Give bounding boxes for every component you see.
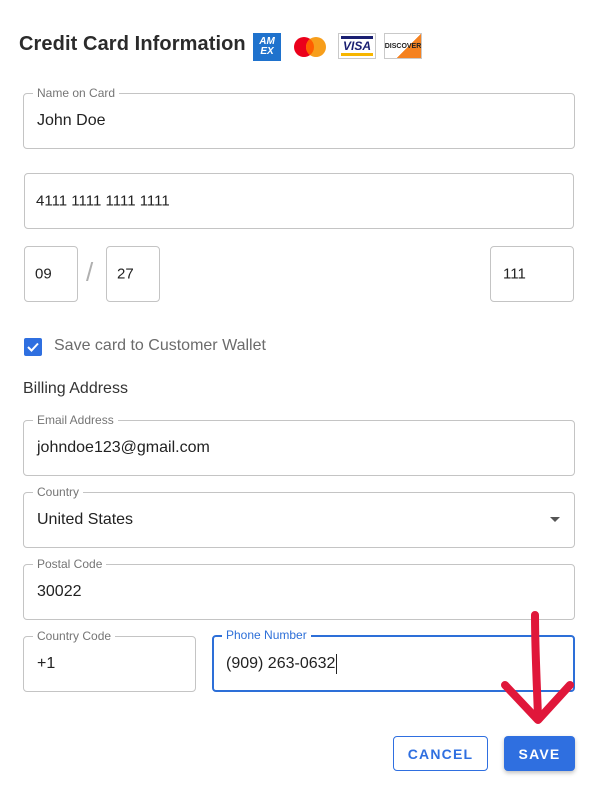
postal-code-value: 30022	[37, 583, 82, 600]
postal-code-field[interactable]: Postal Code 30022	[23, 557, 575, 620]
phone-number-label: Phone Number	[222, 628, 311, 642]
phone-number-value: (909) 263-0632	[226, 654, 336, 672]
country-select[interactable]: Country United States	[23, 485, 575, 548]
visa-logo-text: VISA	[342, 39, 371, 53]
checkbox-checked-icon	[27, 342, 39, 352]
save-card-label[interactable]: Save card to Customer Wallet	[54, 337, 266, 355]
cvv-field[interactable]: 111	[490, 246, 574, 302]
dropdown-arrow-icon[interactable]	[550, 517, 560, 522]
exp-month-value: 09	[35, 265, 52, 283]
postal-code-label: Postal Code	[33, 557, 107, 571]
save-card-checkbox[interactable]	[24, 338, 42, 356]
country-value: United States	[37, 511, 134, 528]
name-on-card-value: John Doe	[37, 112, 106, 129]
card-number-field[interactable]: 4111 1111 1111 1111	[24, 173, 574, 229]
save-button[interactable]: SAVE	[504, 736, 575, 771]
country-code-value: +1	[37, 655, 56, 672]
name-on-card-field[interactable]: Name on Card John Doe	[23, 86, 575, 149]
email-value: johndoe123@gmail.com	[37, 439, 210, 456]
country-code-label: Country Code	[33, 629, 116, 643]
red-annotation-arrow-icon	[501, 611, 574, 724]
discover-logo-text: DISCOVER	[384, 42, 422, 50]
country-code-field[interactable]: Country Code +1	[23, 629, 196, 692]
email-label: Email Address	[33, 413, 118, 427]
text-caret	[336, 653, 338, 674]
cancel-button[interactable]: CANCEL	[393, 736, 488, 771]
exp-year-value: 27	[117, 265, 134, 283]
amex-logo-icon: AM EX	[253, 33, 281, 61]
country-label: Country	[33, 485, 84, 499]
email-field[interactable]: Email Address johndoe123@gmail.com	[23, 413, 575, 476]
amex-logo-text-bottom: EX	[260, 46, 274, 57]
dialog-title: Credit Card Information	[19, 33, 246, 55]
mastercard-logo-icon	[292, 33, 328, 61]
visa-logo-icon: VISA	[338, 33, 376, 59]
exp-separator: /	[86, 257, 94, 287]
exp-year-field[interactable]: 27	[106, 246, 160, 302]
card-number-value: 4111 1111 1111 1111	[36, 192, 170, 210]
name-on-card-label: Name on Card	[33, 86, 120, 100]
billing-address-heading: Billing Address	[23, 380, 128, 397]
exp-month-field[interactable]: 09	[24, 246, 78, 302]
cvv-value: 111	[503, 265, 526, 283]
discover-logo-icon: DISCOVER	[384, 33, 422, 59]
